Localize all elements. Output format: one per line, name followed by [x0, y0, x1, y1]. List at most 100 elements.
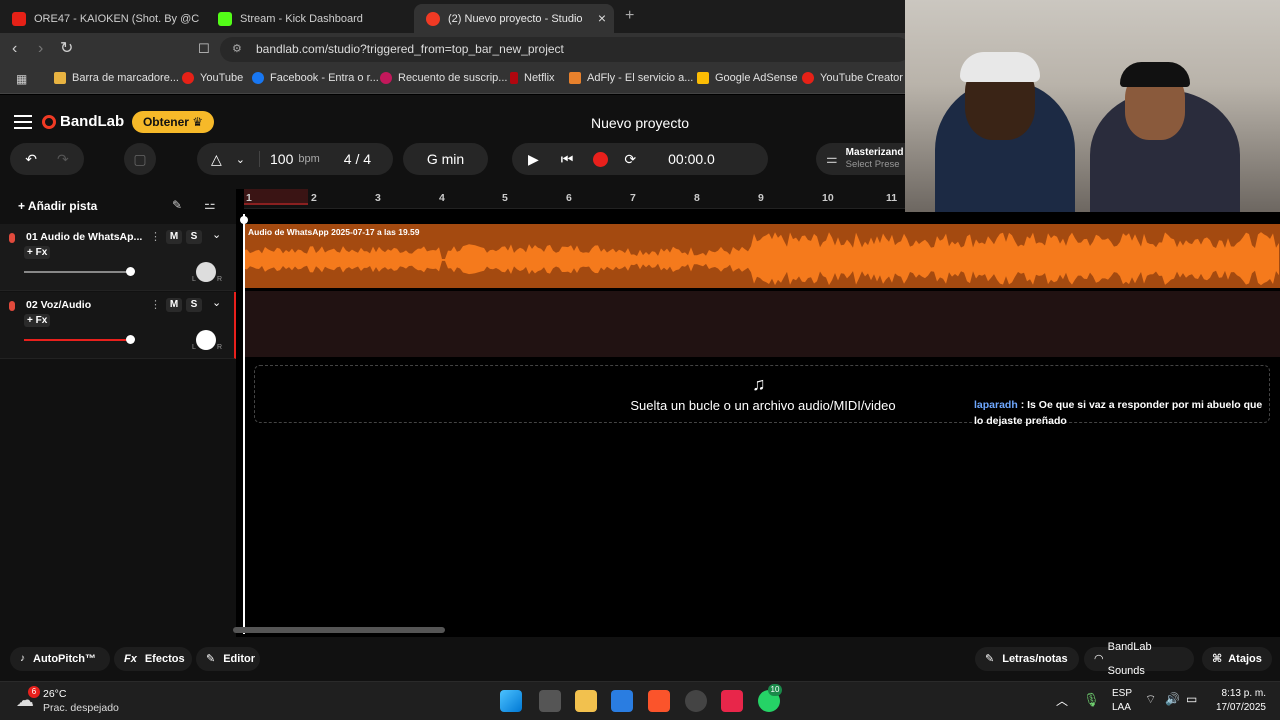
- mastering-button[interactable]: ⚌ Masterizand Select Prese: [816, 143, 916, 175]
- playhead[interactable]: [243, 214, 245, 634]
- keyboard-layout[interactable]: LAA: [1112, 702, 1131, 713]
- bookmark-item[interactable]: YouTube: [182, 72, 243, 84]
- bookmark-item[interactable]: Recuento de suscrip...: [380, 72, 507, 84]
- key-button[interactable]: G min: [403, 143, 488, 175]
- tab-title: Stream - Kick Dashboard: [240, 12, 363, 25]
- volume-slider[interactable]: [24, 271, 130, 273]
- track-lane-empty[interactable]: [244, 291, 1280, 357]
- playhead-handle[interactable]: [240, 216, 248, 224]
- speaker-icon[interactable]: 🔊: [1165, 692, 1180, 706]
- tempo-value[interactable]: 100: [259, 151, 293, 167]
- back-icon[interactable]: ‹: [12, 40, 17, 58]
- settings-sliders-icon[interactable]: ⚍: [204, 197, 216, 213]
- windows-start-icon[interactable]: [500, 690, 522, 712]
- redo-icon[interactable]: ↷: [57, 151, 69, 168]
- bookmark-item[interactable]: Google AdSense: [697, 72, 798, 84]
- apps-icon[interactable]: ▦: [16, 72, 27, 86]
- project-title[interactable]: Nuevo proyecto: [540, 115, 740, 131]
- track-lane[interactable]: Audio de WhatsApp 2025-07-17 a las 19.59: [244, 224, 1280, 288]
- url-field[interactable]: ⚙ bandlab.com/studio?triggered_from=top_…: [220, 37, 910, 62]
- efectos-button[interactable]: Fx Efectos: [114, 647, 192, 671]
- sliders-icon: ⚌: [826, 151, 838, 166]
- forward-icon[interactable]: ›: [38, 40, 43, 58]
- loop-icon[interactable]: ⟳: [624, 151, 636, 168]
- clock-date[interactable]: 17/07/2025: [1208, 702, 1266, 713]
- mastering-preset: Select Prese: [845, 159, 900, 170]
- whatsapp-icon[interactable]: 10: [758, 684, 782, 712]
- skip-back-icon[interactable]: ⏮: [561, 151, 574, 168]
- tab-kick[interactable]: Stream - Kick Dashboard: [206, 4, 406, 33]
- add-fx-button[interactable]: + Fx: [24, 246, 51, 259]
- tiktok-icon[interactable]: [721, 690, 743, 712]
- horizontal-scrollbar[interactable]: [233, 627, 445, 633]
- track-name[interactable]: 01 Audio de WhatsAp...: [26, 231, 148, 243]
- microphone-icon[interactable]: 🎙: [1083, 692, 1100, 708]
- play-icon[interactable]: ▶: [528, 151, 539, 168]
- chevron-up-icon[interactable]: ︿: [1056, 692, 1068, 709]
- editor-button[interactable]: ✎ Editor: [196, 647, 260, 671]
- file-explorer-icon[interactable]: [575, 690, 597, 712]
- store-icon[interactable]: [611, 690, 633, 712]
- fx-icon: Fx: [124, 653, 137, 665]
- task-view-icon[interactable]: [539, 690, 561, 712]
- solo-button[interactable]: S: [186, 298, 202, 312]
- track-row[interactable]: 01 Audio de WhatsAp... ⋮ M S ⌄ + Fx L R: [0, 224, 236, 291]
- brave-icon[interactable]: [648, 690, 670, 712]
- loop-region[interactable]: [244, 189, 308, 205]
- tab-bandlab[interactable]: (2) Nuevo proyecto - Studio ×: [414, 4, 614, 33]
- bookmark-item[interactable]: Netflix: [510, 72, 555, 84]
- undo-icon[interactable]: ↶: [25, 151, 37, 168]
- new-tab-button[interactable]: +: [625, 7, 634, 25]
- volume-handle[interactable]: [126, 267, 135, 276]
- bar-number: 3: [375, 192, 381, 204]
- bandlab-logo[interactable]: BandLab: [42, 113, 124, 130]
- bookmark-item[interactable]: AdFly - El servicio a...: [569, 72, 693, 84]
- autopitch-button[interactable]: ♪ AutoPitch™: [10, 647, 110, 671]
- mute-button[interactable]: M: [166, 298, 182, 312]
- chevron-down-icon[interactable]: ⌄: [212, 296, 221, 309]
- mixer-icon: ▢: [133, 150, 147, 167]
- volume-slider[interactable]: [24, 339, 130, 341]
- track-name[interactable]: 02 Voz/Audio: [26, 299, 148, 311]
- add-fx-button[interactable]: + Fx: [24, 314, 51, 327]
- metronome-icon[interactable]: △: [211, 151, 222, 168]
- lyrics-button[interactable]: ✎ Letras/notas: [975, 647, 1079, 671]
- bandlab-icon: ◠: [1094, 653, 1104, 665]
- chevron-down-icon[interactable]: ⌄: [236, 153, 245, 166]
- pan-knob[interactable]: [196, 330, 216, 350]
- bookmark-item[interactable]: Facebook - Entra o r...: [252, 72, 379, 84]
- mixer-button[interactable]: ▢: [124, 143, 156, 175]
- more-icon[interactable]: ⋮: [150, 230, 161, 243]
- bookmark-item[interactable]: YouTube Creator St: [802, 72, 916, 84]
- wifi-icon[interactable]: ⌔: [1145, 692, 1156, 707]
- battery-icon[interactable]: ▭: [1186, 692, 1197, 706]
- mute-button[interactable]: M: [166, 230, 182, 244]
- tab-youtube[interactable]: ORE47 - KAIOKEN (Shot. By @Chinol: [0, 4, 200, 33]
- pencil-icon[interactable]: ✎: [172, 198, 182, 212]
- audio-clip[interactable]: Audio de WhatsApp 2025-07-17 a las 19.59: [244, 224, 1280, 288]
- site-info-icon[interactable]: ⚙: [232, 37, 242, 62]
- close-tab-button[interactable]: ×: [598, 10, 606, 26]
- bookmark-icon[interactable]: ☐: [198, 40, 210, 58]
- bar-number: 10: [822, 192, 834, 204]
- chevron-down-icon[interactable]: ⌄: [212, 228, 221, 241]
- clock-time[interactable]: 8:13 p. m.: [1208, 688, 1266, 699]
- obs-icon[interactable]: [685, 690, 707, 712]
- track-row-selected[interactable]: 02 Voz/Audio ⋮ M S ⌄ + Fx L R: [0, 292, 236, 359]
- add-track-button[interactable]: + Añadir pista: [8, 195, 108, 217]
- sounds-button[interactable]: ◠ BandLab Sounds: [1084, 641, 1194, 677]
- more-icon[interactable]: ⋮: [150, 298, 161, 311]
- pan-knob[interactable]: [196, 262, 216, 282]
- bookmark-item[interactable]: Barra de marcadore...: [54, 72, 179, 84]
- menu-icon[interactable]: [14, 115, 32, 133]
- volume-handle[interactable]: [126, 335, 135, 344]
- language-code[interactable]: ESP: [1112, 688, 1132, 699]
- url-text: bandlab.com/studio?triggered_from=top_ba…: [256, 42, 564, 56]
- obtener-button[interactable]: Obtener ♛: [132, 111, 214, 133]
- weather-widget[interactable]: ☁ 6: [16, 686, 40, 710]
- record-icon[interactable]: [593, 151, 609, 167]
- reload-icon[interactable]: ↻: [60, 40, 73, 58]
- solo-button[interactable]: S: [186, 230, 202, 244]
- shortcuts-button[interactable]: ⌘ Atajos: [1202, 647, 1272, 671]
- time-signature[interactable]: 4 / 4: [344, 151, 371, 167]
